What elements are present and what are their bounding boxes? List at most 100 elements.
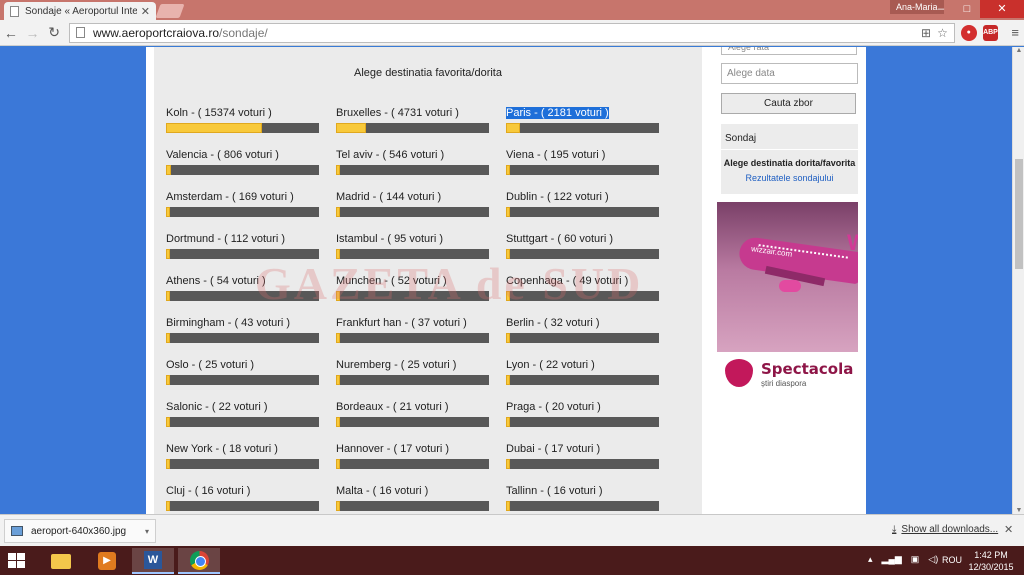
poll-item-label: Istambul - ( 95 voturi ) — [336, 233, 443, 245]
chevron-down-icon[interactable]: ▾ — [145, 527, 149, 536]
vote-bar — [336, 501, 489, 511]
poll-results: Alege destinatia favorita/dorita Koln - … — [154, 47, 702, 514]
vote-bar-fill — [166, 459, 170, 469]
vote-bar-fill — [336, 207, 340, 217]
poll-item: Viena - ( 195 voturi ) — [506, 149, 659, 175]
bookmark-star-icon[interactable]: ☆ — [937, 26, 948, 40]
vote-bar-fill — [506, 207, 510, 217]
poll-item: Dortmund - ( 112 voturi ) — [166, 233, 319, 259]
download-item[interactable]: aeroport-640x360.jpg ▾ — [4, 519, 156, 543]
close-icon[interactable]: ✕ — [1004, 523, 1013, 536]
scroll-up-icon[interactable]: ▲ — [1013, 47, 1024, 54]
vote-bar-fill — [336, 417, 340, 427]
show-all-downloads-link[interactable]: ⤓ Show all downloads... — [892, 524, 998, 535]
survey-title: Sondaj — [725, 133, 757, 144]
vote-bar-fill — [506, 165, 510, 175]
airplane-engine — [779, 280, 801, 292]
poll-item: Praga - ( 20 voturi ) — [506, 401, 659, 427]
page-viewport: Alege destinatia favorita/dorita Koln - … — [0, 47, 1012, 514]
page-icon — [10, 5, 19, 17]
vote-bar-fill — [336, 291, 340, 301]
vote-bar — [166, 249, 319, 259]
close-tab-icon[interactable]: ✕ — [141, 5, 150, 18]
poll-item-label: Viena - ( 195 voturi ) — [506, 149, 606, 161]
forward-icon[interactable]: → — [22, 25, 44, 41]
browser-tab[interactable]: Sondaje « Aeroportul Inter ✕ — [4, 2, 156, 20]
poll-item: Istambul - ( 95 voturi ) — [336, 233, 489, 259]
file-explorer-icon[interactable] — [40, 548, 82, 574]
poll-item: Salonic - ( 22 voturi ) — [166, 401, 319, 427]
download-arrow-icon: ⤓ — [892, 524, 897, 535]
poll-item: Amsterdam - ( 169 voturi ) — [166, 191, 319, 217]
poll-item-label: Koln - ( 15374 voturi ) — [166, 107, 272, 119]
vote-bar-fill — [506, 375, 510, 385]
show-hidden-icons-icon[interactable]: ▴ — [868, 554, 873, 565]
windows-start-icon[interactable] — [8, 553, 26, 569]
vote-bar-fill — [506, 291, 510, 301]
adblock-icon[interactable]: ABP — [982, 24, 999, 41]
clock-date: 12/30/2015 — [968, 562, 1014, 572]
window-controls: – □ ✕ — [928, 0, 1024, 18]
survey-results-link[interactable]: Rezultatele sondajului — [721, 173, 858, 183]
strawberry-logo-icon — [725, 359, 753, 387]
reload-icon[interactable]: ↻ — [43, 24, 65, 41]
clock[interactable]: 1:42 PM 12/30/2015 — [966, 549, 1016, 573]
spectacola-banner[interactable]: Spectacola știri diaspora — [717, 352, 858, 394]
vote-bar-fill — [336, 459, 340, 469]
tab-title: Sondaje « Aeroportul Inter — [25, 5, 137, 17]
action-center-icon[interactable]: ▣ — [911, 554, 920, 565]
network-icon[interactable]: ▂▄▆ — [882, 554, 902, 565]
poll-item: Paris - ( 2181 voturi ) — [506, 107, 659, 133]
vote-bar-fill — [506, 333, 510, 343]
poll-item: Stuttgart - ( 60 voturi ) — [506, 233, 659, 259]
poll-item: Athens - ( 54 voturi ) — [166, 275, 319, 301]
volume-icon[interactable]: ◁) — [928, 554, 938, 565]
survey-question: Alege destinatia dorita/favorita — [723, 158, 856, 168]
translate-icon[interactable]: ⊞ — [921, 26, 931, 40]
scroll-down-icon[interactable]: ▼ — [1013, 507, 1024, 514]
vote-bar — [506, 417, 659, 427]
page-scrollbar[interactable]: ▲ ▼ — [1012, 47, 1024, 514]
media-player-icon[interactable]: ▶ — [86, 548, 128, 574]
address-bar[interactable]: www.aeroportcraiova.ro /sondaje/ ⊞ ☆ — [68, 22, 955, 43]
poll-item-label: Praga - ( 20 voturi ) — [506, 401, 601, 413]
back-icon[interactable]: ← — [0, 25, 22, 41]
vote-bar — [166, 333, 319, 343]
search-flight-button[interactable]: Cauta zbor — [721, 93, 856, 114]
chrome-icon[interactable] — [178, 548, 220, 574]
poll-item: Bordeaux - ( 21 voturi ) — [336, 401, 489, 427]
date-input[interactable] — [721, 63, 858, 84]
wizzair-ad-banner[interactable]: wizzair.com W — [717, 202, 858, 352]
extension-icon[interactable]: ● — [960, 24, 977, 41]
clock-time: 1:42 PM — [974, 550, 1008, 560]
poll-item-label: Nuremberg - ( 25 voturi ) — [336, 359, 457, 371]
vote-bar — [166, 123, 319, 133]
image-file-icon — [11, 526, 23, 536]
menu-icon[interactable]: ≡ — [1006, 25, 1024, 40]
vote-bar-fill — [336, 375, 340, 385]
poll-item: Koln - ( 15374 voturi ) — [166, 107, 319, 133]
scroll-thumb[interactable] — [1015, 159, 1023, 269]
vote-bar-fill — [166, 123, 262, 133]
word-icon[interactable]: W — [132, 548, 174, 574]
poll-item-label: Valencia - ( 806 voturi ) — [166, 149, 279, 161]
new-tab-button[interactable] — [155, 4, 185, 18]
vote-bar-fill — [506, 417, 510, 427]
vote-bar — [336, 249, 489, 259]
divider — [721, 149, 858, 150]
input-language[interactable]: ROU — [942, 555, 962, 565]
poll-item-label: New York - ( 18 voturi ) — [166, 443, 278, 455]
minimize-icon[interactable]: – — [928, 0, 954, 18]
poll-item-label: Madrid - ( 144 voturi ) — [336, 191, 442, 203]
poll-item: Malta - ( 16 voturi ) — [336, 485, 489, 511]
poll-item-label: Birmingham - ( 43 voturi ) — [166, 317, 291, 329]
poll-item: Munchen - ( 52 voturi ) — [336, 275, 489, 301]
close-window-icon[interactable]: ✕ — [980, 0, 1024, 18]
maximize-icon[interactable]: □ — [954, 0, 980, 18]
browser-tabbar: Sondaje « Aeroportul Inter ✕ Ana-Maria –… — [0, 0, 1024, 20]
fare-select[interactable]: Alege rata — [721, 47, 857, 55]
poll-item-label: Salonic - ( 22 voturi ) — [166, 401, 268, 413]
vote-bar — [506, 501, 659, 511]
vote-bar — [166, 291, 319, 301]
vote-bar-fill — [336, 501, 340, 511]
